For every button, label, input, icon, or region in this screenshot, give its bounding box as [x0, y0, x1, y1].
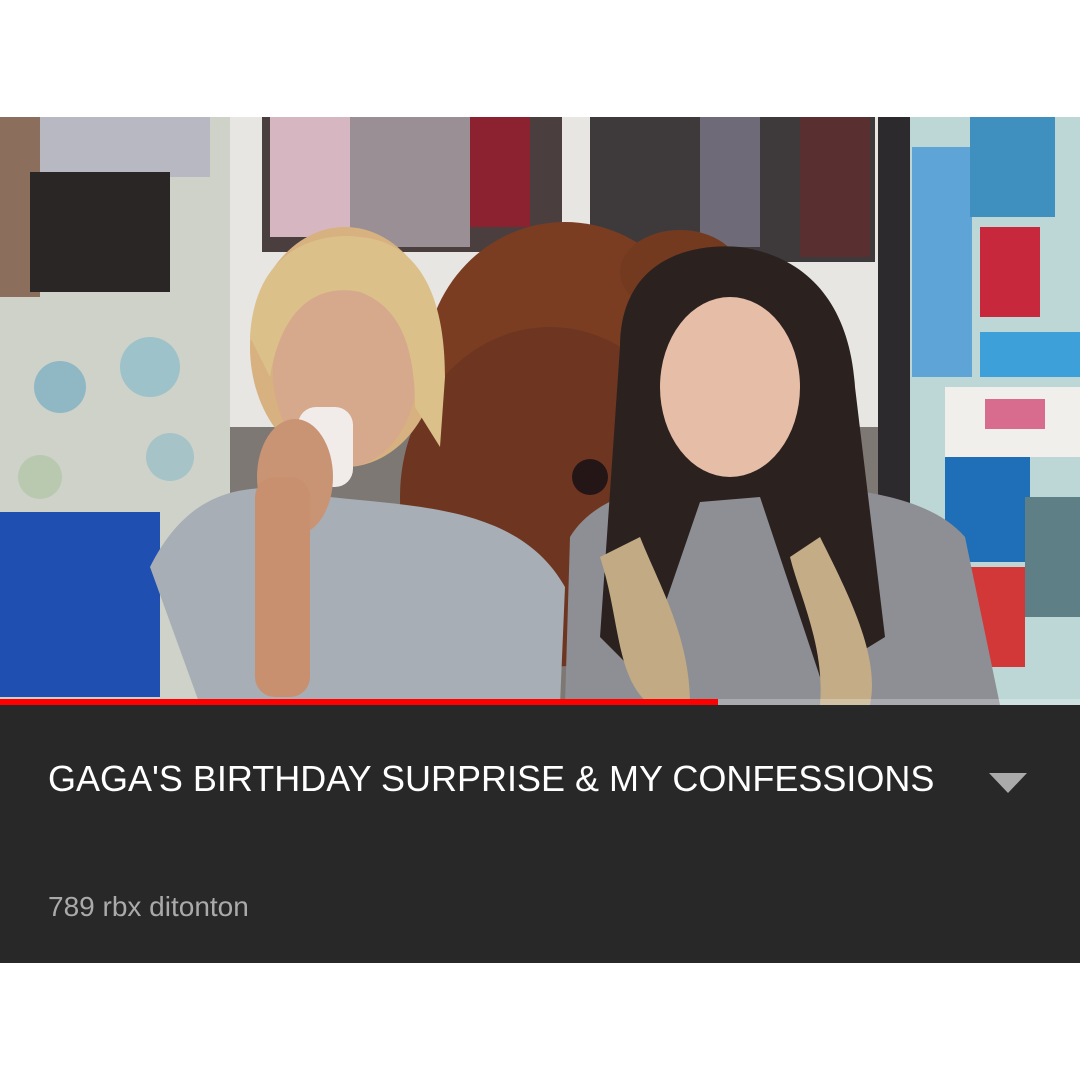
video-card: GAGA'S BIRTHDAY SURPRISE & MY CONFESSION… [0, 117, 1080, 963]
video-player[interactable] [0, 117, 1080, 705]
video-info-panel: GAGA'S BIRTHDAY SURPRISE & MY CONFESSION… [0, 705, 1080, 963]
view-count: 789 rbx ditonton [48, 891, 249, 922]
expand-description-button[interactable] [985, 769, 1031, 799]
video-title[interactable]: GAGA'S BIRTHDAY SURPRISE & MY CONFESSION… [48, 751, 948, 807]
video-frame-image [0, 117, 1080, 705]
chevron-down-icon [989, 773, 1027, 793]
